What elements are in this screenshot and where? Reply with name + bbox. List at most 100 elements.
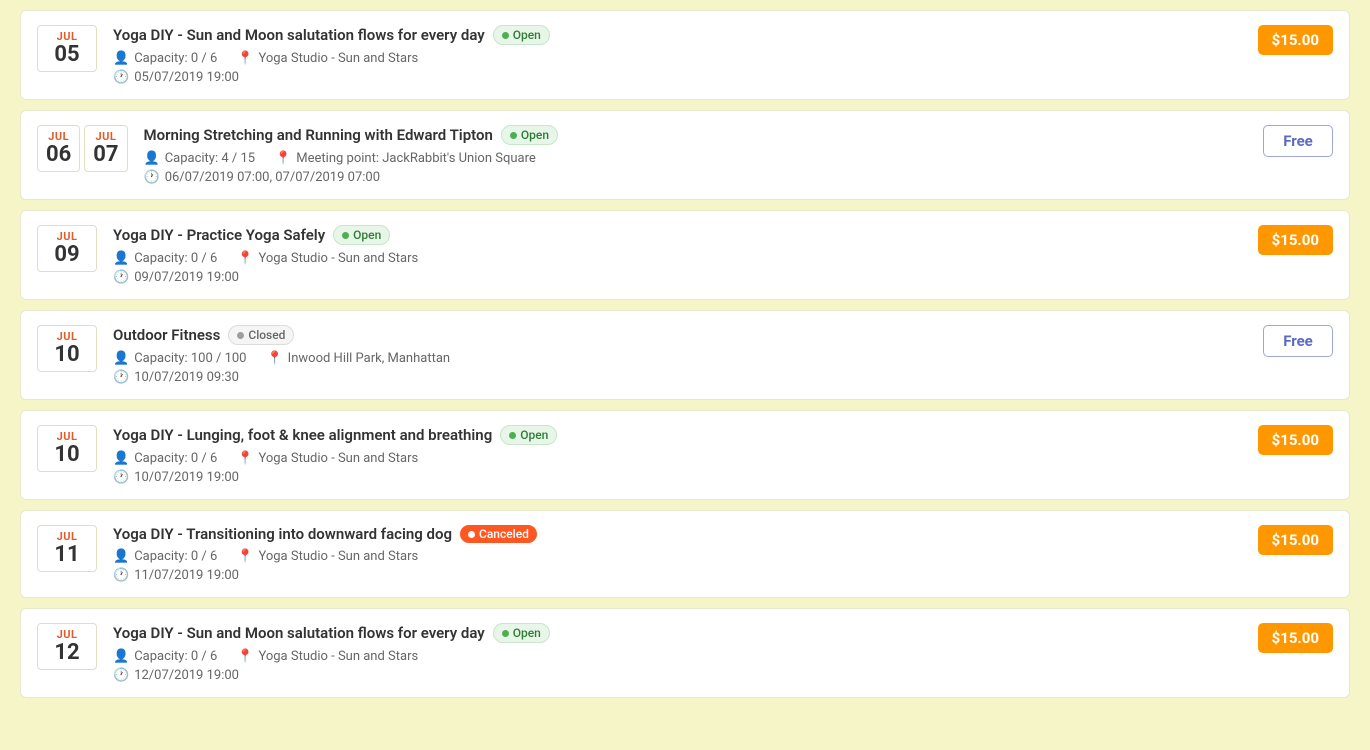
capacity-text: Capacity: 4 / 15 <box>165 151 255 166</box>
clock-icon: 🕐 <box>113 370 129 385</box>
event-content: Yoga DIY - Transitioning into downward f… <box>113 525 1242 583</box>
capacity-meta: 👤 Capacity: 0 / 6 <box>113 51 217 66</box>
event-card[interactable]: JUL 09 Yoga DIY - Practice Yoga Safely O… <box>20 210 1350 300</box>
person-icon: 👤 <box>113 251 129 266</box>
capacity-text: Capacity: 0 / 6 <box>134 51 217 66</box>
event-row-meta: 👤 Capacity: 4 / 15 📍 Meeting point: Jack… <box>144 151 1248 166</box>
event-card[interactable]: JUL 10 Outdoor Fitness Closed 👤 Capacity… <box>20 310 1350 400</box>
date-badge: JUL 09 <box>37 225 97 272</box>
date-day-start: 06 <box>46 143 71 167</box>
datetime-meta: 🕐 10/07/2019 09:30 <box>113 370 239 385</box>
datetime-meta: 🕐 11/07/2019 19:00 <box>113 568 239 583</box>
location-meta: 📍 Yoga Studio - Sun and Stars <box>237 451 418 466</box>
datetime-text: 12/07/2019 19:00 <box>134 668 239 683</box>
event-content: Yoga DIY - Sun and Moon salutation flows… <box>113 623 1242 683</box>
price-badge[interactable]: $15.00 <box>1258 525 1333 555</box>
event-title-row: Yoga DIY - Sun and Moon salutation flows… <box>113 623 1242 643</box>
event-row-meta: 👤 Capacity: 0 / 6 📍 Yoga Studio - Sun an… <box>113 251 1242 266</box>
location-icon: 📍 <box>266 351 282 366</box>
event-row-meta: 👤 Capacity: 0 / 6 📍 Yoga Studio - Sun an… <box>113 549 1242 564</box>
location-icon: 📍 <box>237 451 253 466</box>
price-badge[interactable]: $15.00 <box>1258 425 1333 455</box>
event-row-meta: 👤 Capacity: 0 / 6 📍 Yoga Studio - Sun an… <box>113 649 1242 664</box>
location-meta: 📍 Yoga Studio - Sun and Stars <box>237 649 418 664</box>
event-card[interactable]: JUL 05 Yoga DIY - Sun and Moon salutatio… <box>20 10 1350 100</box>
capacity-meta: 👤 Capacity: 0 / 6 <box>113 649 217 664</box>
event-title-row: Yoga DIY - Sun and Moon salutation flows… <box>113 25 1242 45</box>
event-card[interactable]: JUL 10 Yoga DIY - Lunging, foot & knee a… <box>20 410 1350 500</box>
clock-icon: 🕐 <box>113 568 129 583</box>
date-badge: JUL 10 <box>37 325 97 372</box>
datetime-meta: 🕐 06/07/2019 07:00, 07/07/2019 07:00 <box>144 170 381 185</box>
event-content: Morning Stretching and Running with Edwa… <box>144 125 1248 185</box>
datetime-meta: 🕐 09/07/2019 19:00 <box>113 270 239 285</box>
event-card[interactable]: JUL 11 Yoga DIY - Transitioning into dow… <box>20 510 1350 598</box>
location-text: Inwood Hill Park, Manhattan <box>288 351 450 366</box>
clock-icon: 🕐 <box>113 668 129 683</box>
person-icon: 👤 <box>113 351 129 366</box>
status-badge: Closed <box>228 325 294 345</box>
location-icon: 📍 <box>275 151 291 166</box>
event-title: Morning Stretching and Running with Edwa… <box>144 126 493 144</box>
location-text: Yoga Studio - Sun and Stars <box>258 451 418 466</box>
event-card[interactable]: JUL 06 JUL 07 Morning Stretching and Run… <box>20 110 1350 200</box>
event-datetime-row: 🕐 11/07/2019 19:00 <box>113 568 1242 583</box>
location-meta: 📍 Yoga Studio - Sun and Stars <box>237 51 418 66</box>
event-title: Yoga DIY - Transitioning into downward f… <box>113 525 452 543</box>
event-content: Outdoor Fitness Closed 👤 Capacity: 100 /… <box>113 325 1247 385</box>
status-badge: Open <box>500 425 557 445</box>
event-row-meta: 👤 Capacity: 100 / 100 📍 Inwood Hill Park… <box>113 351 1247 366</box>
capacity-text: Capacity: 0 / 6 <box>134 549 217 564</box>
event-content: Yoga DIY - Lunging, foot & knee alignmen… <box>113 425 1242 485</box>
event-title-row: Outdoor Fitness Closed <box>113 325 1247 345</box>
event-title-row: Yoga DIY - Transitioning into downward f… <box>113 525 1242 543</box>
date-day: 09 <box>46 243 88 267</box>
person-icon: 👤 <box>113 649 129 664</box>
capacity-meta: 👤 Capacity: 0 / 6 <box>113 251 217 266</box>
price-badge[interactable]: Free <box>1263 325 1333 357</box>
event-datetime-row: 🕐 05/07/2019 19:00 <box>113 70 1242 85</box>
location-text: Meeting point: JackRabbit's Union Square <box>296 151 535 166</box>
event-title-row: Yoga DIY - Practice Yoga Safely Open <box>113 225 1242 245</box>
date-day-end: 07 <box>93 143 118 167</box>
person-icon: 👤 <box>113 549 129 564</box>
date-badge: JUL 12 <box>37 623 97 670</box>
capacity-text: Capacity: 0 / 6 <box>134 649 217 664</box>
location-meta: 📍 Yoga Studio - Sun and Stars <box>237 549 418 564</box>
location-meta: 📍 Yoga Studio - Sun and Stars <box>237 251 418 266</box>
location-text: Yoga Studio - Sun and Stars <box>258 251 418 266</box>
price-badge[interactable]: Free <box>1263 125 1333 157</box>
price-badge[interactable]: $15.00 <box>1258 623 1333 653</box>
clock-icon: 🕐 <box>144 170 160 185</box>
datetime-text: 10/07/2019 09:30 <box>134 370 239 385</box>
price-badge[interactable]: $15.00 <box>1258 225 1333 255</box>
status-badge: Open <box>333 225 390 245</box>
date-day: 10 <box>46 343 88 367</box>
datetime-meta: 🕐 10/07/2019 19:00 <box>113 470 239 485</box>
datetime-text: 10/07/2019 19:00 <box>134 470 239 485</box>
location-meta: 📍 Meeting point: JackRabbit's Union Squa… <box>275 151 536 166</box>
datetime-text: 06/07/2019 07:00, 07/07/2019 07:00 <box>165 170 380 185</box>
event-title: Yoga DIY - Sun and Moon salutation flows… <box>113 624 485 642</box>
date-badge: JUL 11 <box>37 525 97 572</box>
clock-icon: 🕐 <box>113 70 129 85</box>
date-badge: JUL 05 <box>37 25 97 72</box>
event-datetime-row: 🕐 06/07/2019 07:00, 07/07/2019 07:00 <box>144 170 1248 185</box>
price-badge[interactable]: $15.00 <box>1258 25 1333 55</box>
date-badge-start: JUL 06 <box>37 125 80 172</box>
location-meta: 📍 Inwood Hill Park, Manhattan <box>266 351 450 366</box>
capacity-meta: 👤 Capacity: 0 / 6 <box>113 549 217 564</box>
event-card[interactable]: JUL 12 Yoga DIY - Sun and Moon salutatio… <box>20 608 1350 698</box>
datetime-meta: 🕐 05/07/2019 19:00 <box>113 70 239 85</box>
date-day: 11 <box>46 543 88 567</box>
status-badge: Open <box>501 125 558 145</box>
capacity-text: Capacity: 0 / 6 <box>134 251 217 266</box>
clock-icon: 🕐 <box>113 270 129 285</box>
event-row-meta: 👤 Capacity: 0 / 6 📍 Yoga Studio - Sun an… <box>113 451 1242 466</box>
event-title: Yoga DIY - Lunging, foot & knee alignmen… <box>113 426 492 444</box>
event-datetime-row: 🕐 10/07/2019 09:30 <box>113 370 1247 385</box>
capacity-meta: 👤 Capacity: 0 / 6 <box>113 451 217 466</box>
event-content: Yoga DIY - Sun and Moon salutation flows… <box>113 25 1242 85</box>
status-badge: Open <box>493 623 550 643</box>
event-title-row: Yoga DIY - Lunging, foot & knee alignmen… <box>113 425 1242 445</box>
